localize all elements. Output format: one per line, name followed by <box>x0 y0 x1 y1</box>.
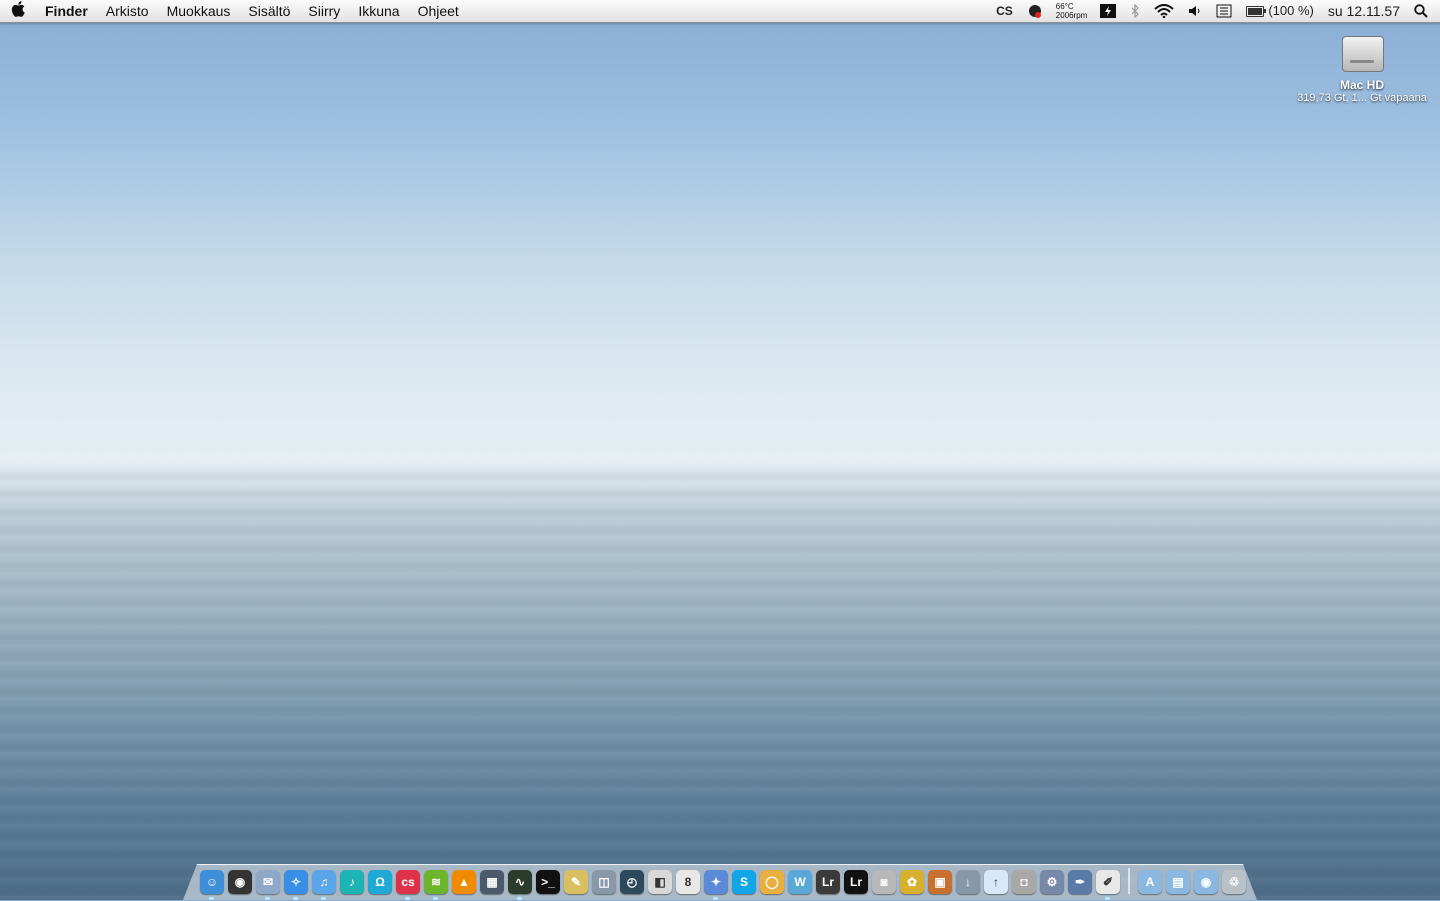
dock-separator <box>1128 868 1130 894</box>
activity-monitor-icon[interactable]: ∿ <box>508 870 532 900</box>
textedit-icon[interactable]: ✐ <box>1096 870 1120 900</box>
apple-menu-icon[interactable] <box>0 0 36 22</box>
itunes-icon[interactable]: ♫ <box>312 870 336 900</box>
search-icon <box>1414 4 1428 18</box>
menu-siirry[interactable]: Siirry <box>299 0 349 22</box>
desktop-hard-drive[interactable]: Mac HD 319,73 Gt, 1... Gt vapaana <box>1290 30 1434 104</box>
wifi-icon <box>1154 4 1174 18</box>
menu-muokkaus[interactable]: Muokkaus <box>158 0 240 22</box>
notes-icon[interactable]: ✎ <box>564 870 588 894</box>
terminal-icon[interactable]: >_ <box>536 870 560 894</box>
music-icon[interactable]: ♪ <box>340 870 364 894</box>
photos-icon[interactable]: ▣ <box>928 870 952 894</box>
hard-drive-info: 319,73 Gt, 1... Gt vapaana <box>1297 92 1427 104</box>
clock-text: su 12.11.57 <box>1327 3 1400 19</box>
bluetooth-menu-icon[interactable] <box>1123 4 1147 18</box>
sea-wallpaper <box>0 464 1440 900</box>
screenshot-icon[interactable]: ◘ <box>1012 870 1036 894</box>
bolt-icon <box>1100 4 1117 18</box>
safari-icon[interactable]: ✧ <box>284 870 308 900</box>
menu-bar: Finder Arkisto Muokkaus Sisältö Siirry I… <box>0 0 1440 23</box>
iphoto-icon[interactable]: ✿ <box>900 870 924 894</box>
downloads-icon[interactable]: ↓ <box>956 870 980 894</box>
menu-ohjeet[interactable]: Ohjeet <box>409 0 468 22</box>
battery-menu[interactable]: (100 %) <box>1239 0 1321 22</box>
dock: ☺ ◉ ✉ ✧ ♫ ♪ Ωcs ≋ ▲ ▦ ∿ >_ ✎ ◫ ◴ ◧ 8 ✦ S ◯ W Lr Lr ◙ ✿ ▣ ↓ ↑ ◘ ⚙ ✒ ✐ A ▤ ◉… <box>198 862 1248 900</box>
calendar-icon[interactable]: 8 <box>676 870 700 894</box>
keyboard-viewer-menu-icon[interactable] <box>1209 4 1239 18</box>
mail-icon[interactable]: ✉ <box>256 870 280 900</box>
finder-icon[interactable]: ☺ <box>200 870 224 900</box>
menu-ikkuna[interactable]: Ikkuna <box>349 0 408 22</box>
spotlight-menu[interactable] <box>1407 4 1440 18</box>
apple-logo-icon <box>11 0 25 17</box>
bluetooth-icon <box>1131 4 1140 18</box>
applications-folder-icon[interactable]: A <box>1138 870 1162 894</box>
skype-icon[interactable]: S <box>732 870 756 894</box>
exposé-icon[interactable]: ▦ <box>480 870 504 894</box>
battery-icon <box>1246 5 1267 17</box>
menu-sisalto[interactable]: Sisältö <box>239 0 299 22</box>
dashboard-icon[interactable]: ◉ <box>228 870 252 894</box>
lastfm-icon[interactable]: cs <box>396 870 420 900</box>
menu-finder[interactable]: Finder <box>36 0 97 22</box>
speaker-icon <box>1189 6 1200 16</box>
lastfm-menu-icon[interactable]: CS <box>989 0 1020 22</box>
adium-icon[interactable]: ✦ <box>704 870 728 900</box>
wunderlist-icon[interactable]: W <box>788 870 812 894</box>
headphones-icon[interactable]: Ω <box>368 870 392 894</box>
hard-drive-name: Mac HD <box>1339 78 1384 92</box>
preview-icon[interactable]: ◫ <box>592 870 616 894</box>
camera-icon[interactable]: ◙ <box>872 870 896 894</box>
flux-menu-icon[interactable] <box>1093 4 1123 18</box>
temperature-text: 66°C <box>1055 2 1074 11</box>
hard-drive-icon <box>1342 30 1384 74</box>
wifi-menu-icon[interactable] <box>1147 4 1181 18</box>
lightroom-icon[interactable]: Lr <box>816 870 840 894</box>
adium-menu-icon[interactable] <box>1020 3 1050 19</box>
volume-menu-icon[interactable] <box>1181 5 1209 17</box>
ical-icon[interactable]: ◧ <box>648 870 672 894</box>
documents-folder-icon[interactable]: ▤ <box>1166 870 1190 894</box>
menu-arkisto[interactable]: Arkisto <box>97 0 158 22</box>
fan-rpm-text: 2006rpm <box>1055 11 1088 20</box>
downloads-folder-icon[interactable]: ◉ <box>1194 870 1218 894</box>
lightroom2-icon[interactable]: Lr <box>844 870 868 894</box>
clock-menu[interactable]: su 12.11.57 <box>1321 0 1407 22</box>
messages-icon[interactable]: ◯ <box>760 870 784 894</box>
spotify-icon[interactable]: ≋ <box>424 870 448 900</box>
pen-icon[interactable]: ✒ <box>1068 870 1092 894</box>
battery-percent: (100 %) <box>1268 3 1314 18</box>
vlc-icon[interactable]: ▲ <box>452 870 476 894</box>
lastfm-label: CS <box>996 4 1013 18</box>
smc-fan-readout[interactable]: 66°C 2006rpm <box>1050 2 1094 20</box>
duck-icon <box>1028 5 1041 18</box>
keyboard-icon <box>1216 4 1232 18</box>
flickr-upload-icon[interactable]: ↑ <box>984 870 1008 894</box>
battery-fill <box>1248 7 1263 15</box>
trash-icon[interactable]: ♲ <box>1222 870 1246 894</box>
system-prefs-icon[interactable]: ⚙ <box>1040 870 1064 894</box>
time-machine-icon[interactable]: ◴ <box>620 870 644 894</box>
